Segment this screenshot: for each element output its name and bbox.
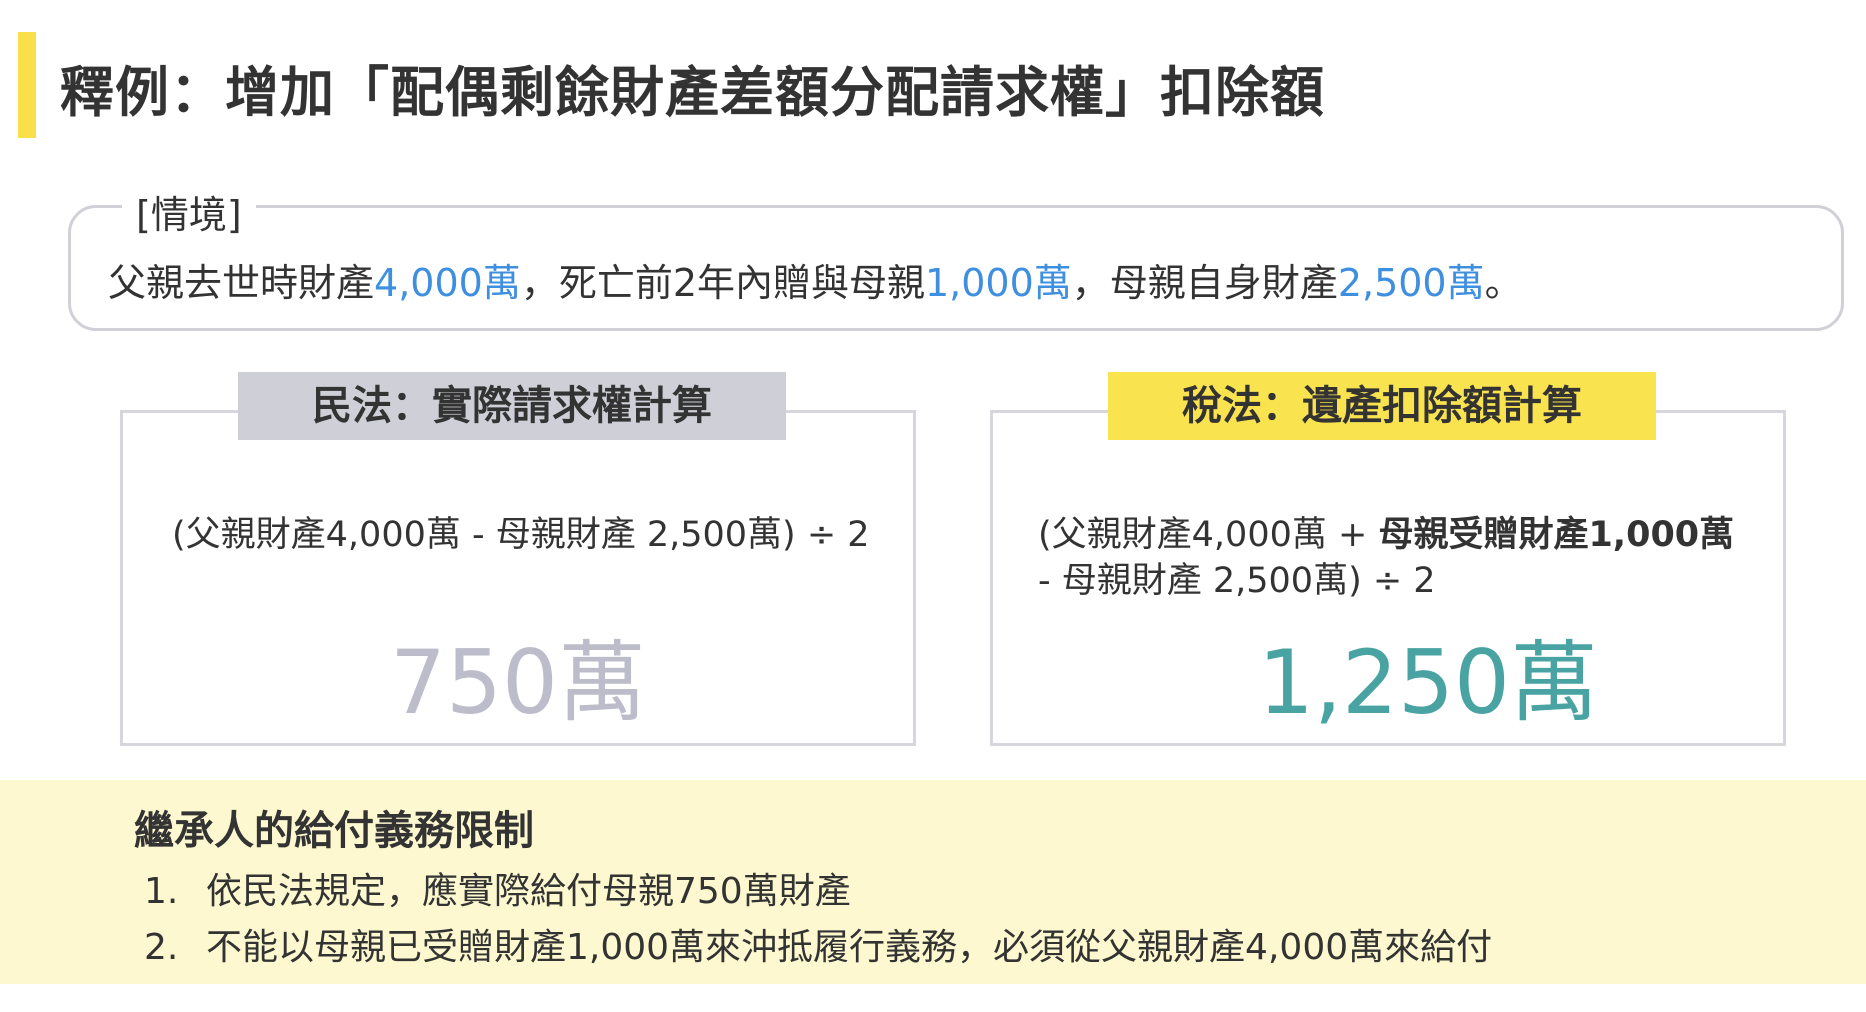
tax-law-header: 稅法：遺產扣除額計算	[1108, 372, 1656, 440]
tax-formula-gift: 母親受贈財產1,000萬	[1378, 515, 1735, 555]
duty-item: 1. 依民法規定，應實際給付母親750萬財產	[144, 862, 851, 914]
duty-item-text: 依民法規定，應實際給付母親750萬財產	[206, 871, 851, 912]
duty-item-number: 1.	[144, 871, 179, 912]
page: 釋例：增加「配偶剩餘財產差額分配請求權」扣除額 [情境] 父親去世時財產4,00…	[0, 0, 1866, 1012]
civil-law-formula: (父親財產4,000萬 - 母親財產 2,500萬) ÷ 2	[172, 515, 870, 555]
duty-title: 繼承人的給付義務限制	[134, 808, 534, 854]
gift-value: 1,000萬	[925, 261, 1072, 305]
duty-item-number: 2.	[144, 927, 179, 968]
tax-formula-part: (父親財產4,000萬 +	[1038, 515, 1379, 555]
civil-law-header: 民法：實際請求權計算	[238, 372, 786, 440]
father-assets-value: 4,000萬	[374, 261, 521, 305]
duty-item: 2. 不能以母親已受贈財產1,000萬來沖抵履行義務，必須從父親財產4,000萬來…	[144, 918, 1492, 970]
scenario-text-part: 父親去世時財產	[108, 261, 375, 305]
tax-law-formula: (父親財產4,000萬 + 母親受贈財產1,000萬 - 母親財產 2,500萬…	[1038, 512, 1738, 604]
mother-assets-value: 2,500萬	[1337, 261, 1485, 305]
scenario-text-part: ，死亡前2年內贈與母親	[520, 261, 925, 305]
tax-formula-part: - 母親財產 2,500萬) ÷ 2	[1038, 561, 1436, 601]
scenario-text: 父親去世時財產4,000萬，死亡前2年內贈與母親1,000萬，母親自身財產2,5…	[108, 252, 1523, 307]
title-accent-bar	[18, 32, 36, 138]
tax-law-result: 1,250萬	[1258, 631, 1598, 734]
scenario-label: [情境]	[122, 184, 256, 239]
scenario-text-part: ，母親自身財產	[1071, 261, 1338, 305]
duty-item-text: 不能以母親已受贈財產1,000萬來沖抵履行義務，必須從父親財產4,000萬來給付	[206, 927, 1493, 968]
page-title: 釋例：增加「配偶剩餘財產差額分配請求權」扣除額	[60, 61, 1325, 124]
scenario-text-part: 。	[1484, 261, 1523, 305]
civil-law-result: 750萬	[390, 631, 646, 734]
